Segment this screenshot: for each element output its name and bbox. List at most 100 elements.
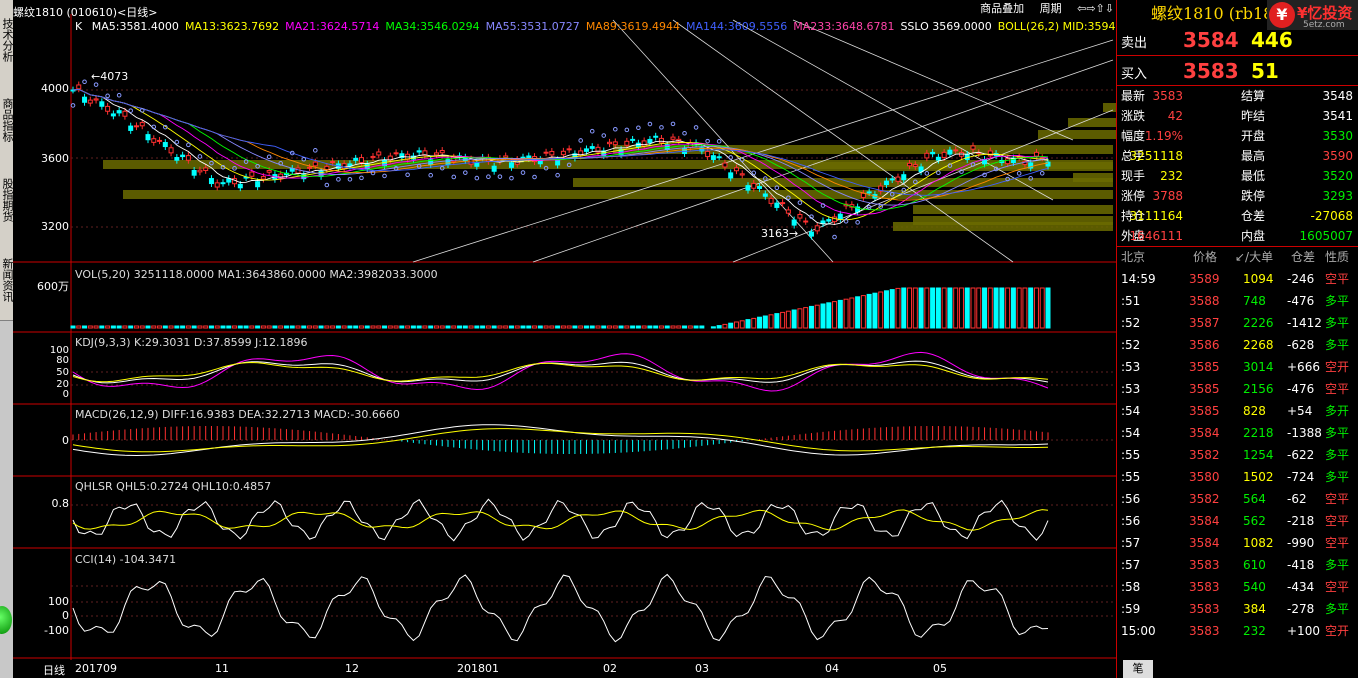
nav-arrows-icon[interactable]: ⇦⇨⇧⇩ <box>1077 2 1114 15</box>
x-label: 201709 <box>75 662 117 675</box>
volume-bar <box>768 314 774 329</box>
volume-bar <box>728 322 734 329</box>
candle-body <box>99 101 105 107</box>
volume-bar <box>133 325 139 329</box>
candle-body <box>1005 158 1011 165</box>
period-button[interactable]: 周期 <box>1040 2 1062 15</box>
tab-technical[interactable]: 技术分析 <box>0 0 13 81</box>
candle-body <box>133 125 139 128</box>
volume-bar <box>653 325 659 329</box>
volume-bar <box>532 325 538 329</box>
trend-line <box>792 19 1074 141</box>
volume-bar <box>710 326 716 329</box>
tab-news[interactable]: 新闻资讯 <box>0 240 13 321</box>
tick-row: 15:00 3583 232 +100 空开 <box>1117 620 1358 642</box>
sar-dot <box>186 142 191 148</box>
volume-bar <box>301 325 307 329</box>
candle-body <box>624 140 630 146</box>
volume-bar <box>624 325 630 329</box>
sar-dot <box>578 138 583 143</box>
ma-legend-item: MA55:3531.0727 <box>485 20 580 33</box>
tick-cell: :59 <box>1121 602 1141 616</box>
volume-bar <box>762 315 768 329</box>
volume-bar <box>664 325 670 329</box>
tick-cell: 3584 <box>1189 514 1220 528</box>
tick-cell: 384 <box>1243 602 1266 616</box>
candle-body <box>93 98 99 101</box>
tick-cell: 1094 <box>1243 272 1274 286</box>
tick-head-city: 北京 <box>1121 250 1146 264</box>
candle-body <box>808 231 814 237</box>
candle-body <box>647 138 653 144</box>
overlay-button[interactable]: 商品叠加 <box>980 2 1024 15</box>
tab-index-futures[interactable]: 股指期货 <box>0 160 13 241</box>
tick-cell: 3582 <box>1189 492 1220 506</box>
volume-bar <box>208 325 214 329</box>
tick-cell: 3583 <box>1189 624 1220 638</box>
period-label: 日线 <box>43 664 65 677</box>
sar-dot <box>716 139 722 144</box>
status-ball-icon[interactable] <box>0 606 12 634</box>
volume-bar <box>982 287 988 329</box>
candle-body <box>433 152 439 156</box>
tick-cell: 828 <box>1243 404 1266 418</box>
candle-body <box>1033 151 1039 157</box>
tab-commodity[interactable]: 商品指标 <box>0 80 13 161</box>
tick-cell: 2268 <box>1243 338 1274 352</box>
sar-dot <box>1039 170 1045 176</box>
volume-bar <box>243 325 249 329</box>
volume-bar <box>341 325 347 329</box>
tick-cell: 1254 <box>1243 448 1274 462</box>
volume-bar <box>197 325 203 329</box>
candle-body <box>630 138 636 141</box>
volume-bar <box>964 287 970 329</box>
volume-bar <box>993 287 999 329</box>
candle-body <box>739 173 745 176</box>
qhlsr-legend: QHLSR QHL5:0.2724 QHL10:0.4857 <box>75 480 272 493</box>
logo-icon: ¥ <box>1269 2 1295 28</box>
candle-body <box>162 142 168 148</box>
x-label: 04 <box>825 662 839 675</box>
volume-bar <box>543 325 549 329</box>
volume-bar <box>751 317 757 329</box>
candle-body <box>780 202 786 205</box>
stat-row: 昨结 3541 <box>1241 106 1353 126</box>
tick-cell: -418 <box>1287 558 1315 572</box>
volume-bar <box>947 287 953 329</box>
candle-body <box>151 138 157 143</box>
candle-body <box>560 150 566 156</box>
stat-row: 最新 3583 <box>1121 86 1183 106</box>
volume-bar <box>162 325 168 329</box>
sell-quote[interactable]: 卖出 3584 446 <box>1121 26 1357 52</box>
stat-value: 42 <box>1167 109 1183 123</box>
chart-area[interactable]: 螺纹1810 (010610)<日线> K MA5:3581.4000 MA13:… <box>13 0 1116 678</box>
volume-bar <box>266 325 272 329</box>
tick-cell: 2156 <box>1243 382 1274 396</box>
volume-bar <box>139 325 145 329</box>
buy-quote[interactable]: 买入 3583 51 <box>1121 57 1357 83</box>
volume-bar <box>457 325 463 329</box>
tick-row: :55 3580 1502 -724 多平 <box>1117 466 1358 488</box>
sar-dot <box>82 79 87 85</box>
volume-bar <box>272 325 278 329</box>
tick-cell: 空平 <box>1325 580 1350 594</box>
sar-dot <box>324 182 330 188</box>
volume-bar <box>87 325 93 329</box>
volume-bar <box>635 325 641 329</box>
candle-body <box>353 157 359 161</box>
volume-bar <box>866 293 872 329</box>
candle-body <box>947 149 953 155</box>
tick-cell: :55 <box>1121 470 1141 484</box>
volume-bar <box>422 325 428 329</box>
volume-bar <box>93 325 99 329</box>
sar-dot <box>728 155 733 160</box>
candle-body <box>312 161 318 167</box>
tick-cell: :52 <box>1121 316 1141 330</box>
tab-ticks[interactable]: 笔 <box>1123 660 1153 678</box>
tick-cell: 564 <box>1243 492 1266 506</box>
candle-body <box>1045 161 1051 167</box>
stat-row: 跌停 3293 <box>1241 186 1353 206</box>
vol-y-label: 600万 <box>37 280 69 293</box>
volume-bar <box>572 325 578 329</box>
candle-body <box>814 225 820 232</box>
